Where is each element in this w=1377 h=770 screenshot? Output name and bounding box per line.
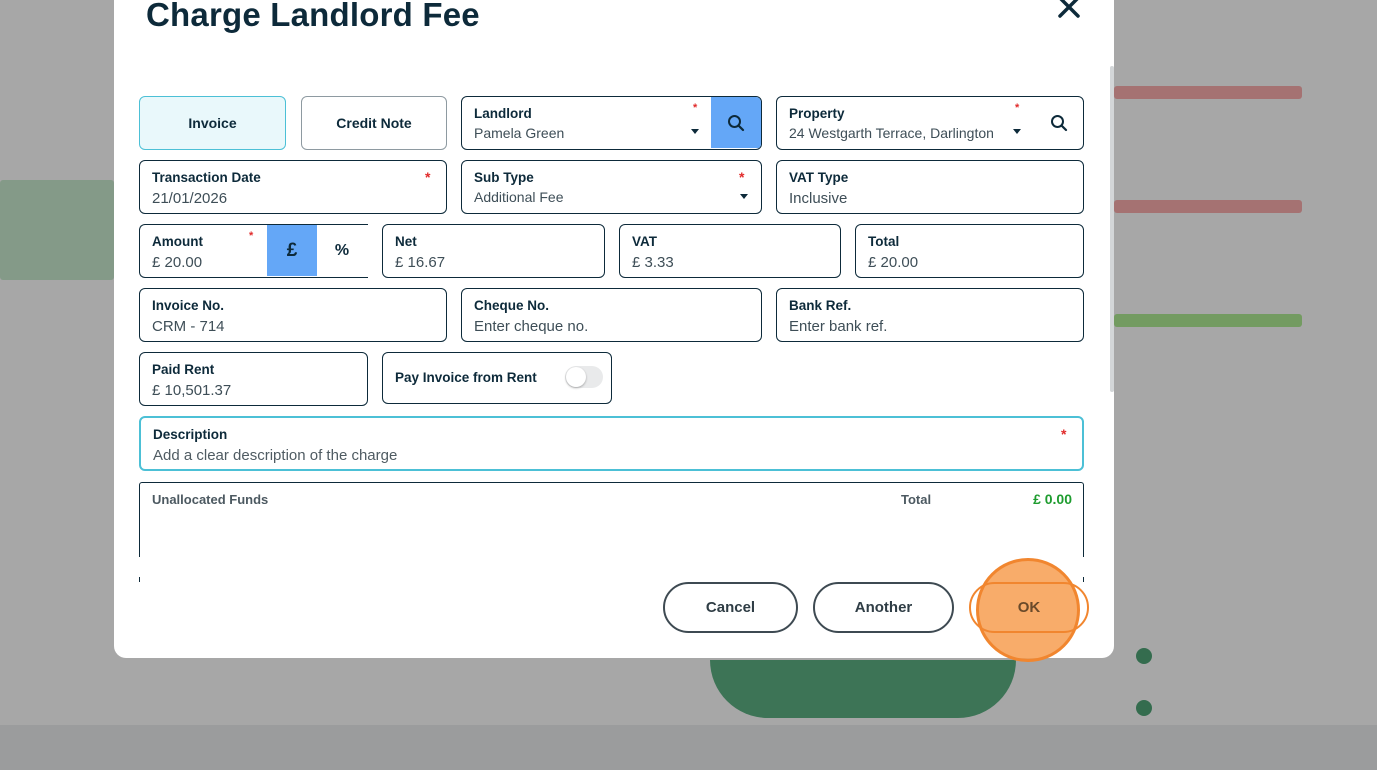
landlord-select[interactable]: Landlord * Pamela Green [461,96,762,150]
amount-pound-button[interactable]: £ [267,225,317,276]
property-label: Property [789,106,845,121]
toggle-knob [566,367,586,387]
property-required-mark: * [1015,102,1020,114]
unallocated-total-label: Total [901,492,932,507]
transaction-date-required-mark: * [425,169,431,185]
amount-required-mark: * [249,230,254,242]
landlord-required-mark: * [693,102,698,114]
credit-note-toggle-button[interactable]: Credit Note [301,96,447,150]
description-label: Description [153,427,228,442]
pay-invoice-from-rent-field: Pay Invoice from Rent [382,352,612,404]
property-search-button[interactable] [1043,107,1075,139]
pay-invoice-from-rent-toggle[interactable] [565,366,603,388]
invoice-no-value: CRM - 714 [152,318,225,335]
landlord-value: Pamela Green [474,125,565,141]
vat-field[interactable]: VAT £ 3.33 [619,224,841,278]
transaction-date-label: Transaction Date [152,170,261,185]
sub-type-required-mark: * [739,169,745,185]
net-field[interactable]: Net £ 16.67 [382,224,605,278]
cheque-no-label: Cheque No. [474,298,550,313]
bank-ref-field[interactable]: Bank Ref. Enter bank ref. [776,288,1084,342]
search-icon [728,114,745,131]
sub-type-value: Additional Fee [474,189,564,205]
modal-title: Charge Landlord Fee [146,0,480,33]
cheque-no-field[interactable]: Cheque No. Enter cheque no. [461,288,762,342]
total-label: Total [868,234,900,249]
vat-type-value: Inclusive [789,190,848,207]
amount-percent-button[interactable]: % [317,225,367,276]
description-required-mark: * [1061,426,1067,442]
cheque-no-input[interactable]: Enter cheque no. [474,318,588,335]
bank-ref-input[interactable]: Enter bank ref. [789,318,887,335]
ok-button[interactable]: OK [969,582,1089,633]
landlord-label: Landlord [474,106,532,121]
vat-type-field[interactable]: VAT Type Inclusive [776,160,1084,214]
sub-type-select[interactable]: Sub Type * Additional Fee [461,160,762,214]
modal-scrollbar[interactable] [1110,66,1114,392]
invoice-no-field[interactable]: Invoice No. CRM - 714 [139,288,447,342]
paid-rent-value: £ 10,501.37 [152,382,232,399]
close-icon [1058,0,1080,18]
bank-ref-label: Bank Ref. [789,298,852,313]
description-input[interactable]: Add a clear description of the charge [153,447,397,464]
unallocated-funds-label: Unallocated Funds [152,492,269,507]
description-field[interactable]: Description * Add a clear description of… [139,416,1084,471]
search-icon [1051,115,1068,132]
invoice-no-label: Invoice No. [152,298,225,313]
net-label: Net [395,234,417,249]
property-select[interactable]: Property * 24 Westgarth Terrace, Darling… [776,96,1084,150]
vat-type-label: VAT Type [789,170,849,185]
vat-value: £ 3.33 [632,254,674,271]
sub-type-label: Sub Type [474,170,534,185]
paid-rent-field[interactable]: Paid Rent £ 10,501.37 [139,352,368,406]
paid-rent-label: Paid Rent [152,362,215,377]
amount-value: £ 20.00 [152,254,203,271]
panel-scroll-cutoff [114,557,1114,577]
vat-label: VAT [632,234,657,249]
amount-field[interactable]: Amount * £ 20.00 £ % [139,224,368,278]
invoice-toggle-button[interactable]: Invoice [139,96,286,150]
unallocated-total-value: £ 0.00 [1033,491,1072,507]
sub-type-chevron-down-icon[interactable] [740,194,748,199]
transaction-date-field[interactable]: Transaction Date * 21/01/2026 [139,160,447,214]
property-value: 24 Westgarth Terrace, Darlington [789,125,994,141]
transaction-date-value: 21/01/2026 [152,190,228,207]
close-button[interactable] [1054,0,1084,22]
landlord-chevron-down-icon[interactable] [691,129,699,134]
charge-landlord-fee-modal: Charge Landlord Fee Invoice Credit Note … [114,0,1114,658]
landlord-search-button[interactable] [711,97,761,148]
property-chevron-down-icon[interactable] [1013,129,1021,134]
total-value: £ 20.00 [868,254,919,271]
total-field[interactable]: Total £ 20.00 [855,224,1084,278]
pay-invoice-from-rent-label: Pay Invoice from Rent [395,370,537,385]
amount-label: Amount [152,234,203,249]
another-button[interactable]: Another [813,582,954,633]
cancel-button[interactable]: Cancel [663,582,798,633]
net-value: £ 16.67 [395,254,446,271]
